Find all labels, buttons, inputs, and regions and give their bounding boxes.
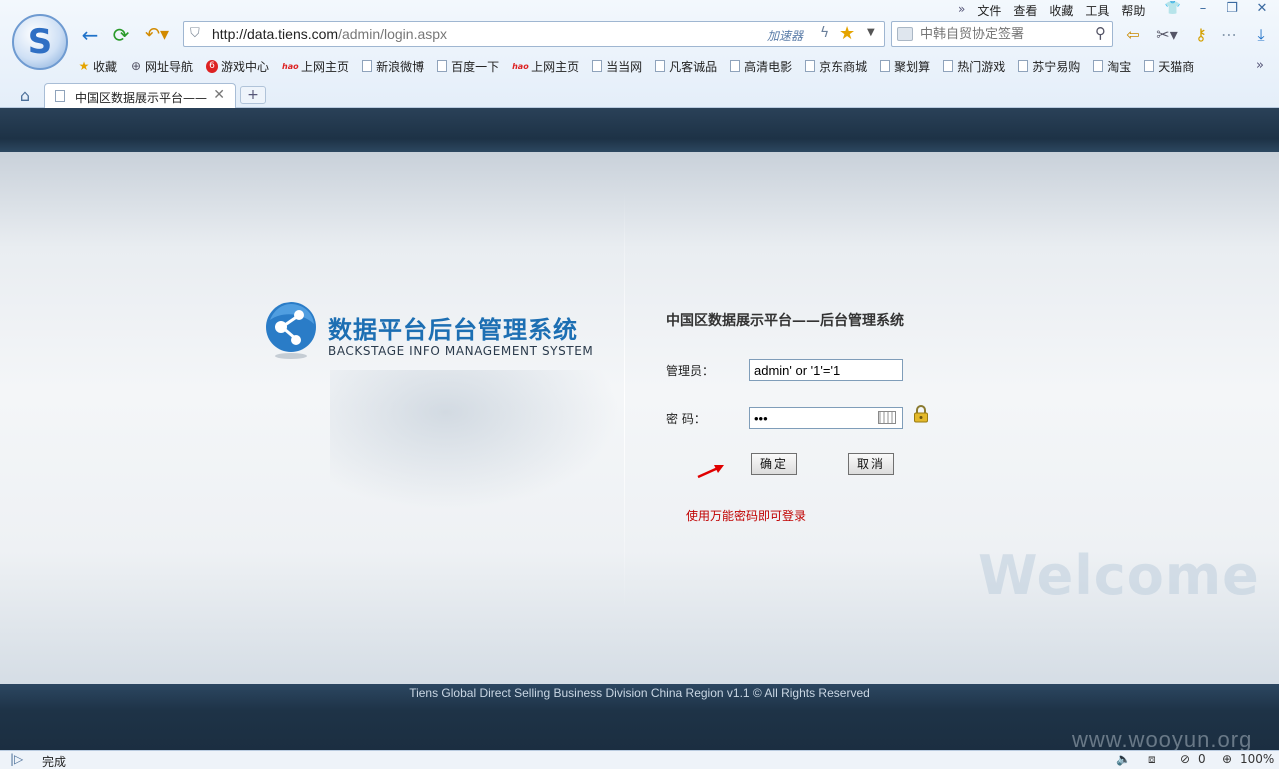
background-glow [330, 370, 620, 510]
status-bar: |▷ 完成 🔈 ⧈ ⊘ 0 ⊕ 100% [0, 750, 1279, 769]
admin-label: 管理员： [666, 364, 715, 378]
page-icon [437, 60, 448, 72]
menu-bar: » 文件 查看 收藏 工具 帮助 [958, 2, 1157, 18]
bookmark-item[interactable]: 凡客诚品 [655, 58, 717, 75]
bookmark-item[interactable]: 天猫商 [1144, 58, 1194, 75]
menu-view[interactable]: 查看 [1013, 2, 1037, 18]
bookmark-item[interactable]: 聚划算 [880, 58, 930, 75]
bookmark-item[interactable]: 热门游戏 [943, 58, 1005, 75]
zoom-icon[interactable]: ⊕ [1222, 752, 1232, 766]
accelerator-button[interactable]: 加速器 [767, 27, 803, 44]
password-label: 密 码： [666, 412, 706, 426]
cancel-button[interactable]: 取消 [848, 453, 894, 475]
undo-close-icon[interactable]: ↶▾ [140, 24, 174, 46]
security-shield-icon: ⛉ [190, 26, 200, 41]
scissors-icon[interactable]: ✂▾ [1150, 24, 1184, 46]
restore-icon[interactable]: ❐ [1222, 1, 1242, 17]
search-input[interactable] [920, 25, 1085, 43]
menu-file[interactable]: 文件 [977, 2, 1001, 18]
tab-active[interactable]: 中国区数据展示平台—— ✕ [44, 83, 236, 108]
bookmark-item[interactable]: 6 游戏中心 [206, 58, 269, 75]
minimize-icon[interactable]: – [1193, 1, 1213, 17]
bookmark-item[interactable]: 京东商城 [805, 58, 867, 75]
bookmark-item[interactable]: 当当网 [592, 58, 642, 75]
menu-help[interactable]: 帮助 [1121, 2, 1145, 18]
page-icon [805, 60, 816, 72]
download-icon[interactable]: ⤓ [1250, 24, 1272, 46]
bookmark-item[interactable]: hao 上网主页 [512, 58, 579, 75]
bookmark-item[interactable]: 淘宝 [1093, 58, 1131, 75]
tab-close-icon[interactable]: ✕ [213, 87, 225, 103]
welcome-watermark: Welcome [978, 544, 1260, 607]
key-icon[interactable]: ⚷ [1190, 24, 1212, 46]
page-icon [362, 60, 373, 72]
search-engine-icon[interactable] [897, 27, 913, 41]
globe-icon: ⊕ [130, 58, 142, 73]
close-icon[interactable]: ✕ [1252, 1, 1272, 17]
bookmark-item[interactable]: ★ 收藏 [78, 58, 117, 75]
tab-title: 中国区数据展示平台—— [75, 91, 208, 105]
page-icon [1018, 60, 1029, 72]
bookmarks-bar: ★ 收藏 ⊕ 网址导航 6 游戏中心 hao 上网主页 新浪微博 百度一下 hao 上网主… [78, 56, 1207, 76]
star-icon: ★ [78, 58, 90, 73]
bookmark-item[interactable]: 苏宁易购 [1018, 58, 1080, 75]
hao-icon: hao [512, 61, 529, 71]
keyboard-icon[interactable] [878, 411, 896, 424]
page-icon [943, 60, 954, 72]
panel-divider [624, 190, 625, 610]
lock-icon [914, 405, 928, 423]
form-title: 中国区数据展示平台——后台管理系统 [666, 313, 904, 329]
refresh-icon[interactable]: ⟳ [109, 24, 133, 46]
bookmarks-overflow-icon[interactable]: » [1256, 58, 1264, 73]
chevron-down-icon[interactable]: ▼ [867, 27, 875, 38]
search-icon[interactable]: ⚲ [1095, 24, 1106, 42]
arrow-icon [697, 465, 724, 479]
menu-tools[interactable]: 工具 [1085, 2, 1109, 18]
page-icon [55, 90, 65, 102]
footer-copyright: Tiens Global Direct Selling Business Div… [409, 686, 870, 700]
page-icon [655, 60, 666, 72]
sidebar-toggle-icon[interactable]: |▷ [10, 752, 23, 766]
speaker-icon[interactable]: 🔈 [1116, 752, 1131, 766]
search-box[interactable]: ⚲ [891, 21, 1113, 47]
new-tab-button[interactable]: + [240, 86, 266, 104]
zoom-level[interactable]: 100% [1240, 752, 1274, 766]
back-icon[interactable]: ← [78, 24, 102, 46]
url-text[interactable]: http://data.tiens.com/admin/login.aspx [212, 26, 447, 42]
adblock-icon[interactable]: ⊘ [1180, 752, 1190, 766]
bookmark-item[interactable]: ⊕ 网址导航 [130, 58, 193, 75]
skin-icon[interactable]: 👕 [1163, 1, 1183, 17]
home-icon[interactable]: ⌂ [14, 86, 36, 105]
hao-icon: hao [282, 61, 299, 71]
system-subtitle: BACKSTAGE INFO MANAGEMENT SYSTEM [328, 344, 594, 358]
browser-logo-icon[interactable]: S [12, 14, 68, 70]
status-text: 完成 [42, 755, 67, 769]
favorite-star-icon[interactable]: ★ [839, 23, 855, 44]
header-band [0, 108, 1279, 152]
page-icon [592, 60, 603, 72]
system-title: 数据平台后台管理系统 [328, 316, 578, 344]
page-icon [730, 60, 741, 72]
page-icon [1144, 60, 1155, 72]
adblock-count: 0 [1198, 752, 1206, 766]
page-icon [1093, 60, 1104, 72]
bookmark-item[interactable]: 新浪微博 [362, 58, 424, 75]
menu-favorites[interactable]: 收藏 [1049, 2, 1073, 18]
lightning-icon[interactable]: ϟ [820, 25, 829, 41]
confirm-button[interactable]: 确定 [751, 453, 797, 475]
system-logo-icon [266, 302, 316, 359]
address-bar[interactable]: ⛉ http://data.tiens.com/admin/login.aspx… [183, 21, 885, 47]
bookmark-item[interactable]: 高清电影 [730, 58, 792, 75]
bookmark-item[interactable]: hao 上网主页 [282, 58, 349, 75]
admin-input[interactable] [749, 359, 903, 381]
briefcase-icon[interactable]: ⧈ [1148, 752, 1156, 767]
page-icon [880, 60, 891, 72]
hint-text: 使用万能密码即可登录 [686, 509, 807, 523]
sidebar-icon[interactable]: ⇦ [1122, 24, 1144, 46]
menu-expand-icon[interactable]: » [958, 2, 965, 18]
bookmark-item[interactable]: 百度一下 [437, 58, 499, 75]
game-icon: 6 [206, 59, 219, 73]
more-icon[interactable]: ⋯ [1218, 24, 1240, 46]
